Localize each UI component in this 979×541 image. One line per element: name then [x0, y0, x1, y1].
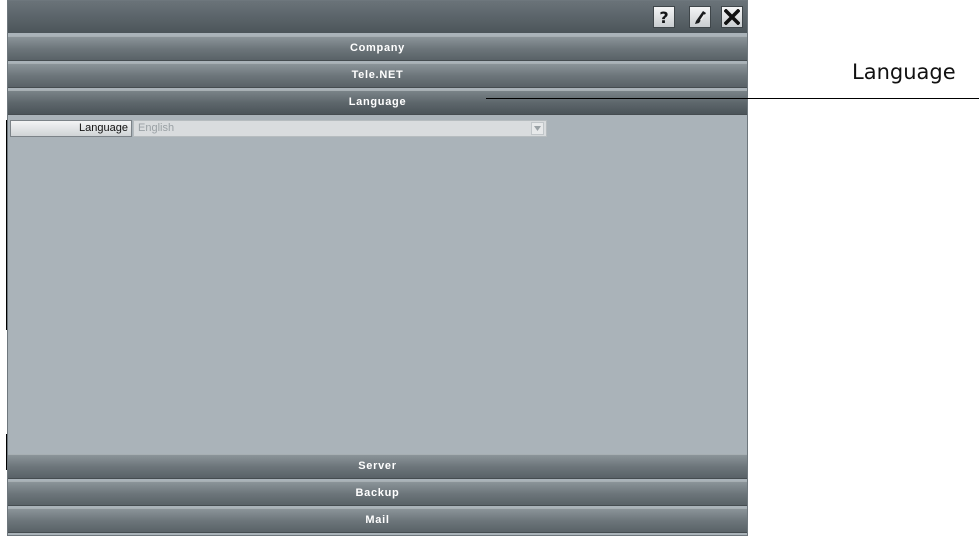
section-company[interactable]: Company — [8, 36, 747, 61]
section-telenet[interactable]: Tele.NET — [8, 63, 747, 88]
section-backup[interactable]: Backup — [8, 481, 747, 506]
callout-label: Language — [852, 60, 956, 84]
section-server[interactable]: Server — [8, 454, 747, 479]
close-button[interactable] — [721, 6, 743, 28]
select-dropdown-button[interactable] — [531, 122, 544, 135]
section-mail[interactable]: Mail — [8, 508, 747, 533]
callout-line — [486, 98, 979, 99]
language-select[interactable]: English — [133, 120, 547, 137]
edge-mark — [6, 120, 7, 330]
language-label: Language — [10, 120, 132, 137]
edge-mark — [6, 434, 7, 470]
language-select-value: English — [138, 122, 175, 134]
close-x-icon — [724, 9, 740, 25]
title-bar: ? — [8, 1, 747, 33]
help-button[interactable]: ? — [653, 6, 675, 28]
edit-pencil-icon — [695, 11, 706, 24]
edit-button[interactable] — [689, 6, 711, 28]
chevron-down-icon — [534, 126, 541, 131]
help-question-icon: ? — [659, 7, 669, 27]
settings-panel: ? Company Tele.NET Language Language Eng… — [7, 0, 748, 536]
section-language[interactable]: Language — [8, 90, 747, 115]
